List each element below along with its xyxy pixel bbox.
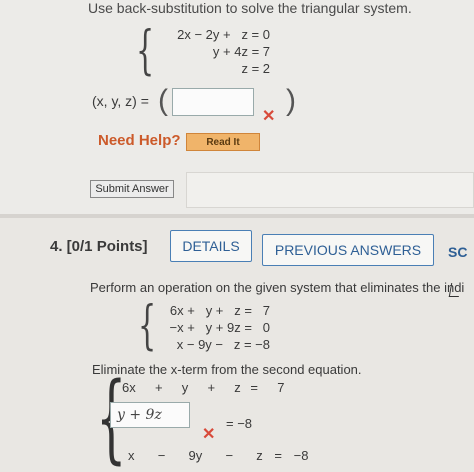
submit-feedback-area [186,172,474,208]
submit-answer-button[interactable]: Submit Answer [90,180,174,198]
equation-row: −x + y + 9z = 0 [169,320,270,335]
elimination-prompt: Eliminate the x-term from the second equ… [92,362,362,377]
equation-row-3: x − 9y − z = −8 [128,448,309,463]
answer-input[interactable] [172,88,254,116]
equation-row: 2x − 2y + z = 0 [177,27,270,42]
incorrect-icon: ✕ [262,108,276,125]
answer-label: (x, y, z) = [92,93,149,109]
incorrect-icon: ✕ [202,426,216,443]
previous-answers-button[interactable]: PREVIOUS ANSWERS [262,234,434,266]
equation-row: y + 4z = 7 [212,44,270,59]
equation-row: x − 9y − z = −8 [176,337,270,352]
details-button[interactable]: DETAILS [170,230,252,262]
close-paren: ) [286,84,296,117]
equation-system: 2x − 2y + z = 0 y + 4z = 7 z = 2 [146,26,270,77]
equation-2-rhs: = −8 [226,416,253,431]
equation-row: 6x + y + z = 7 [169,303,270,318]
question-prompt: Use back-substitution to solve the trian… [88,0,412,16]
equation-row-1: 6x + y + z = 7 [122,380,285,395]
equation-row: z = 2 [241,61,270,76]
read-it-button[interactable]: Read It [186,133,260,151]
open-paren: ( [158,84,168,117]
more-tab-button[interactable]: SC [448,244,467,260]
need-help-label: Need Help? [98,132,181,149]
equation-system: 6x + y + z = 7 −x + y + 9z = 0 x − 9y − … [148,302,270,353]
equation-2-input[interactable]: y + 9z [110,402,190,428]
question-number: 4. [0/1 Points] [50,238,148,255]
instruction-text: Perform an operation on the given system… [90,280,465,295]
